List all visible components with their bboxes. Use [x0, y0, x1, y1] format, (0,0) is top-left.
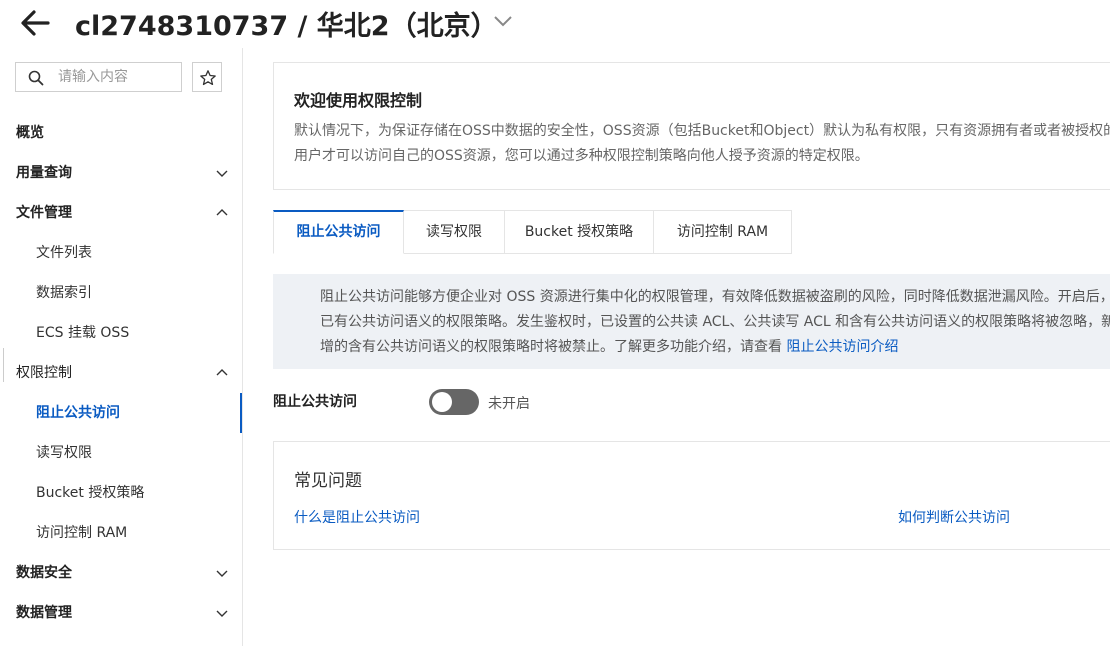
sidebar-item-label: 文件列表	[36, 245, 92, 261]
faq-title: 常见问题	[294, 471, 362, 491]
sidebar-item-label: 访问控制 RAM	[36, 525, 128, 541]
sidebar-item-data-security[interactable]: 数据安全	[0, 553, 242, 593]
block-public-access-label: 阻止公共访问	[273, 394, 357, 410]
faq-link-what-is[interactable]: 什么是阻止公共访问	[294, 507, 420, 527]
page-header: cl2748310737 / 华北2（北京）	[0, 0, 1110, 48]
sidebar-item-usage[interactable]: 用量查询	[0, 153, 242, 193]
sidebar-item-bucket-policy[interactable]: Bucket 授权策略	[0, 473, 242, 513]
toggle-status: 未开启	[488, 396, 530, 412]
sidebar-item-label: 数据管理	[16, 605, 72, 621]
chevron-down-icon	[216, 570, 228, 577]
welcome-title: 欢迎使用权限控制	[294, 91, 423, 110]
chevron-up-icon	[216, 209, 228, 216]
notice-link[interactable]: 阻止公共访问介绍	[786, 339, 898, 355]
sidebar-resize-handle[interactable]	[0, 348, 4, 382]
arrow-left-icon[interactable]	[18, 6, 52, 40]
sidebar-item-data-index[interactable]: 数据索引	[0, 273, 242, 313]
search-input[interactable]	[58, 67, 176, 87]
sidebar-item-label: ECS 挂载 OSS	[36, 325, 130, 341]
sidebar-item-label: 阻止公共访问	[36, 405, 120, 421]
chevron-up-icon	[216, 369, 228, 376]
block-public-access-toggle[interactable]	[429, 389, 479, 415]
faq-card: 常见问题 什么是阻止公共访问 如何判断公共访问	[273, 441, 1110, 550]
sidebar-item-label: Bucket 授权策略	[36, 485, 145, 501]
sidebar-item-file-list[interactable]: 文件列表	[0, 233, 242, 273]
search-icon	[28, 70, 44, 86]
sidebar-item-label: 用量查询	[16, 165, 72, 181]
page-title: cl2748310737 / 华北2（北京）	[75, 11, 498, 42]
sidebar-item-ram[interactable]: 访问控制 RAM	[0, 513, 242, 553]
star-icon	[200, 70, 216, 86]
tab-acl[interactable]: 读写权限	[404, 210, 505, 254]
sidebar-item-block-public-access[interactable]: 阻止公共访问	[0, 393, 242, 433]
welcome-card: 欢迎使用权限控制 默认情况下，为保证存储在OSS中数据的安全性，OSS资源（包括…	[273, 62, 1110, 190]
sidebar-item-ecs-mount[interactable]: ECS 挂载 OSS	[0, 313, 242, 353]
favorite-button[interactable]	[192, 62, 222, 92]
sidebar-item-label: 权限控制	[16, 365, 72, 381]
chevron-down-icon	[216, 170, 228, 177]
tab-bucket-policy[interactable]: Bucket 授权策略	[505, 210, 654, 254]
sidebar-item-label: 数据安全	[16, 565, 72, 581]
chevron-down-icon[interactable]	[492, 10, 514, 32]
toggle-knob	[432, 392, 452, 412]
chevron-down-icon	[216, 610, 228, 617]
sidebar-item-overview[interactable]: 概览	[0, 113, 242, 153]
faq-link-how-to-judge[interactable]: 如何判断公共访问	[898, 507, 1010, 527]
sidebar-item-label: 文件管理	[16, 205, 72, 221]
tab-ram[interactable]: 访问控制 RAM	[654, 210, 792, 254]
sidebar-search	[15, 62, 182, 92]
notice-body: 阻止公共访问能够方便企业对 OSS 资源进行集中化的权限管理，有效降低数据被盗刷…	[320, 289, 1110, 355]
tab-block-public-access[interactable]: 阻止公共访问	[273, 210, 404, 254]
sidebar-item-label: 读写权限	[36, 445, 92, 461]
sidebar-item-permission-control[interactable]: 权限控制	[0, 353, 242, 393]
sidebar-item-file-management[interactable]: 文件管理	[0, 193, 242, 233]
sidebar: 概览 用量查询 文件管理 文件列表 数据索引 ECS 挂载 OSS 权限控制 阻…	[0, 48, 243, 646]
notice-text: 阻止公共访问能够方便企业对 OSS 资源进行集中化的权限管理，有效降低数据被盗刷…	[320, 285, 1110, 360]
welcome-description: 默认情况下，为保证存储在OSS中数据的安全性，OSS资源（包括Bucket和Ob…	[294, 123, 1110, 164]
sidebar-item-label: 数据索引	[36, 285, 92, 301]
sidebar-item-acl[interactable]: 读写权限	[0, 433, 242, 473]
info-notice: 阻止公共访问能够方便企业对 OSS 资源进行集中化的权限管理，有效降低数据被盗刷…	[273, 274, 1110, 369]
sidebar-item-label: 概览	[16, 125, 44, 141]
sidebar-item-data-management[interactable]: 数据管理	[0, 593, 242, 633]
